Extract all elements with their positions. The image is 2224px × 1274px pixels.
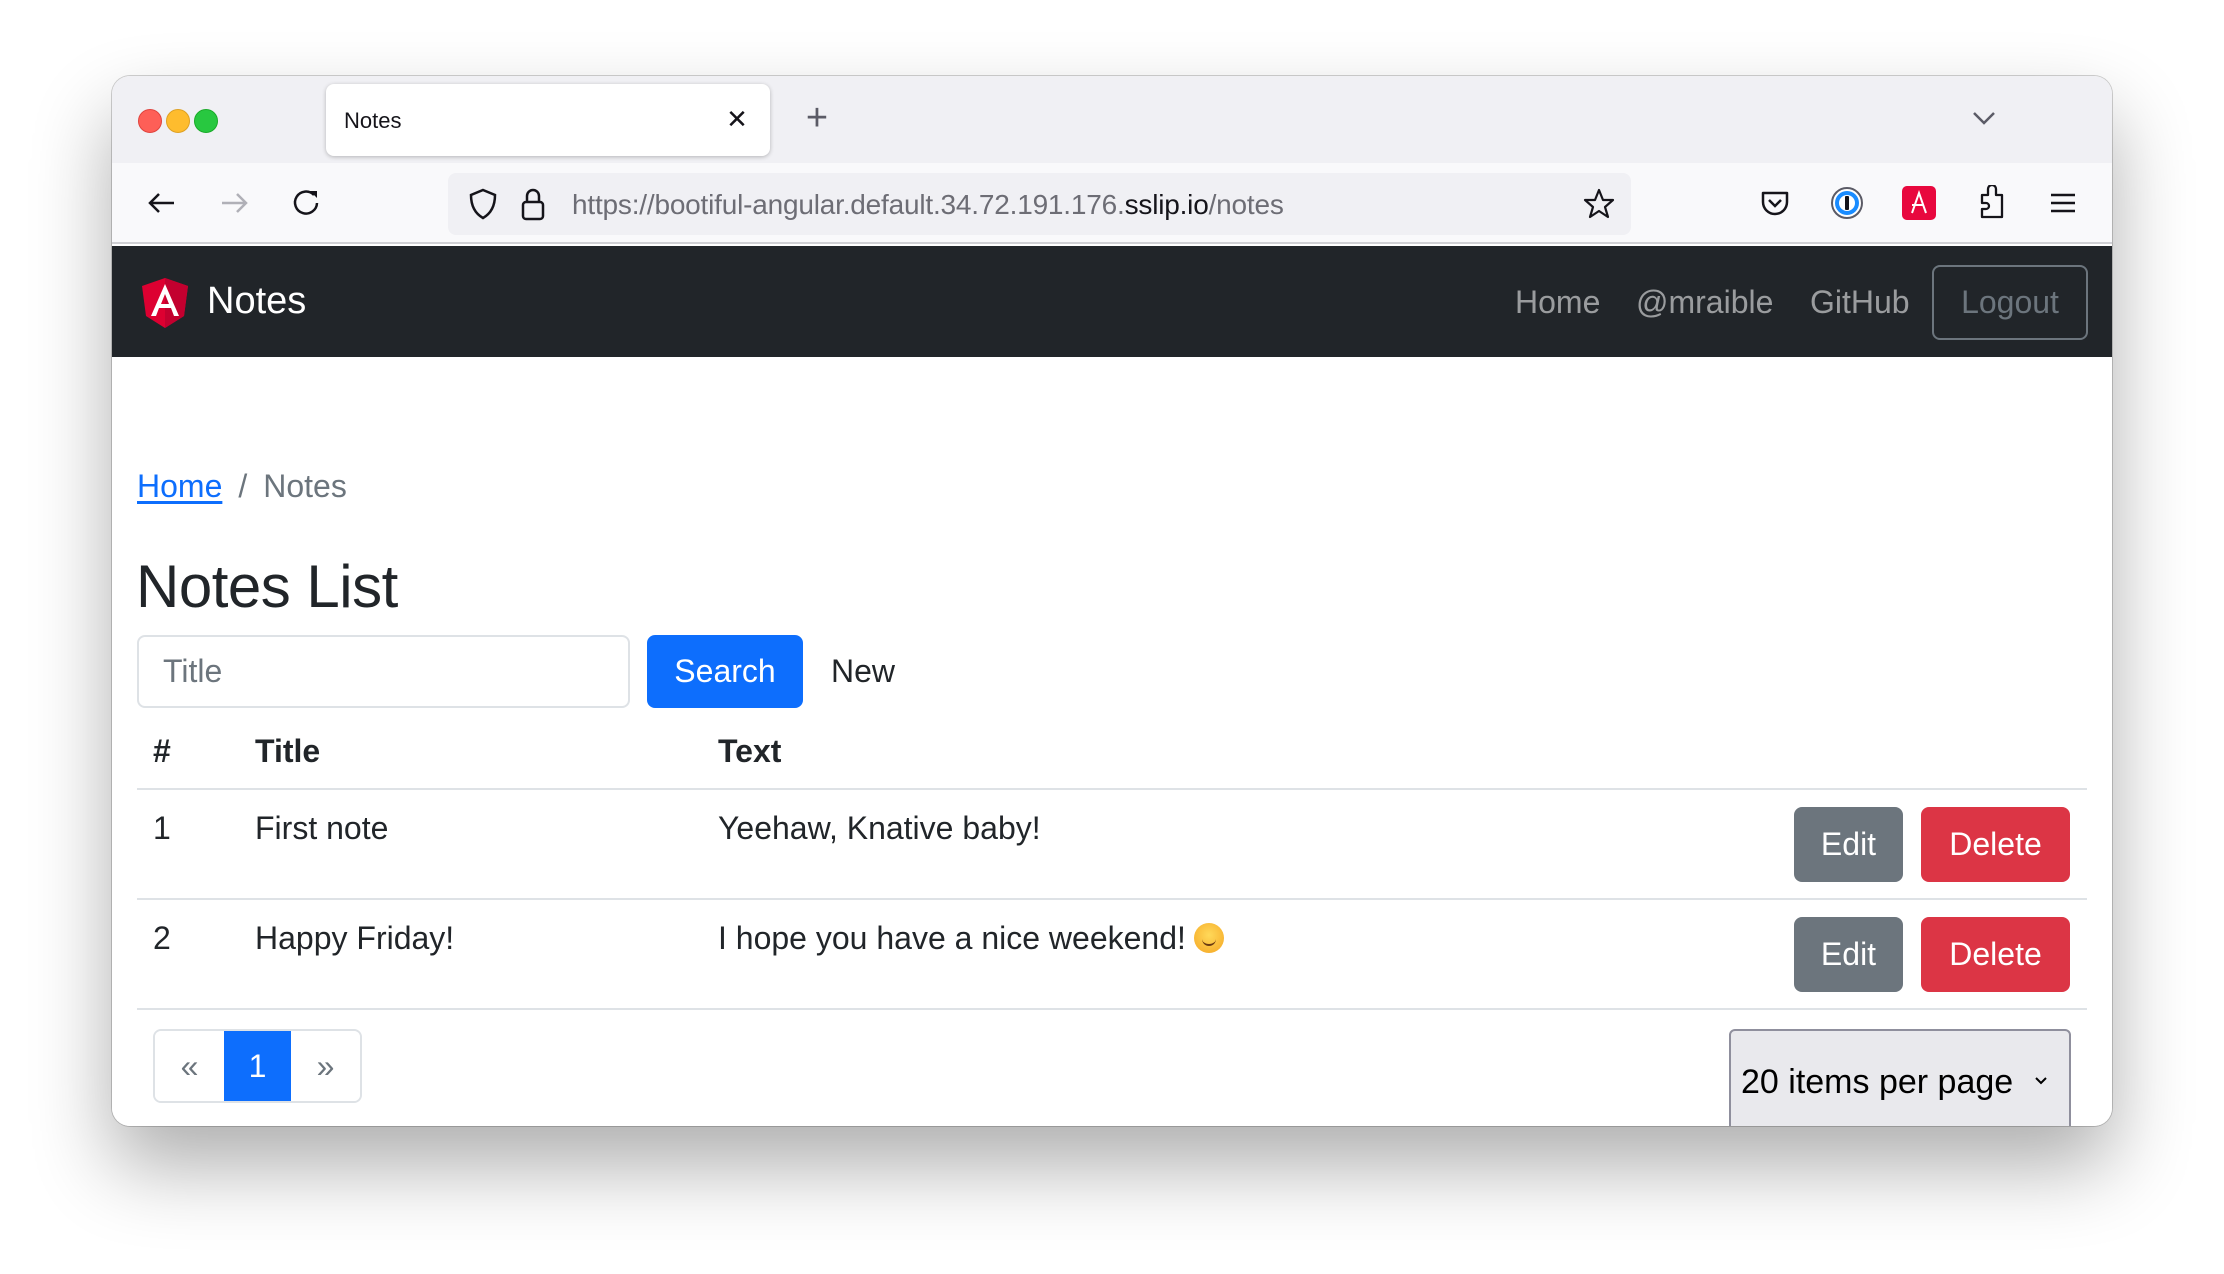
reload-button[interactable] bbox=[286, 183, 326, 223]
previous-page-button[interactable]: « bbox=[155, 1031, 224, 1101]
nav-toolbar: https://bootiful-angular.default.34.72.1… bbox=[112, 163, 2112, 244]
pocket-button[interactable] bbox=[1755, 183, 1795, 223]
url-text[interactable]: https://bootiful-angular.default.34.72.1… bbox=[572, 189, 1284, 221]
title-search-input[interactable] bbox=[137, 635, 630, 708]
chevron-down-icon bbox=[2035, 1077, 2047, 1085]
browser-window: Notes ✕ + https://bootiful-angular.defau… bbox=[112, 76, 2112, 1126]
logout-button[interactable]: Logout bbox=[1932, 265, 2088, 340]
extensions-button[interactable] bbox=[1971, 183, 2011, 223]
navbar: Notes Home @mraible GitHub Logout bbox=[112, 246, 2112, 357]
new-note-link[interactable]: New bbox=[831, 653, 895, 690]
web-page: Notes Home @mraible GitHub Logout Home / N… bbox=[112, 246, 2112, 1126]
1password-icon bbox=[1831, 187, 1863, 219]
nav-link-github[interactable]: GitHub bbox=[1810, 284, 1910, 321]
arrow-left-icon bbox=[148, 193, 174, 213]
page-title: Notes List bbox=[136, 553, 398, 620]
delete-button[interactable]: Delete bbox=[1921, 807, 2070, 882]
minimize-window-button[interactable] bbox=[166, 109, 190, 133]
close-window-button[interactable] bbox=[138, 109, 162, 133]
forward-button[interactable] bbox=[214, 183, 254, 223]
shield-icon bbox=[469, 188, 497, 220]
tab-notes[interactable]: Notes ✕ bbox=[326, 84, 770, 156]
note-text-cell: I hope you have a nice weekend! bbox=[718, 920, 1224, 957]
navbar-brand[interactable]: Notes bbox=[207, 280, 306, 323]
tab-strip: Notes ✕ + bbox=[112, 76, 2112, 163]
arrow-right-icon bbox=[222, 193, 248, 213]
password-manager-extension[interactable] bbox=[1827, 183, 1867, 223]
url-prefix: https://bootiful-angular.default.34.72.1… bbox=[572, 189, 1125, 220]
page-1-button[interactable]: 1 bbox=[224, 1031, 291, 1101]
back-button[interactable] bbox=[142, 183, 182, 223]
url-bar[interactable]: https://bootiful-angular.default.34.72.1… bbox=[448, 173, 1631, 235]
breadcrumb: Home / Notes bbox=[137, 468, 347, 505]
notes-table: # Title Text 1 First note Yeehaw, Knativ… bbox=[137, 713, 2087, 1010]
note-id: 2 bbox=[153, 920, 171, 956]
puzzle-piece-icon bbox=[1980, 185, 2004, 219]
breadcrumb-current: Notes bbox=[263, 468, 347, 504]
tab-title: Notes bbox=[344, 108, 402, 133]
next-page-button[interactable]: » bbox=[291, 1031, 360, 1101]
zoom-window-button[interactable] bbox=[194, 109, 218, 133]
asana-extension[interactable] bbox=[1899, 183, 1939, 223]
table-header: # Title Text bbox=[137, 713, 2087, 790]
lock-icon bbox=[521, 188, 545, 221]
page-size-selected: 20 items per page bbox=[1741, 1062, 2014, 1101]
bookmark-star-icon[interactable] bbox=[1581, 186, 1617, 222]
chevron-down-icon bbox=[1973, 112, 1995, 125]
delete-button[interactable]: Delete bbox=[1921, 917, 2070, 992]
page-size-select[interactable]: 20 items per page bbox=[1729, 1029, 2071, 1126]
new-tab-button[interactable]: + bbox=[795, 96, 839, 140]
list-all-tabs-button[interactable] bbox=[1964, 98, 2004, 138]
breadcrumb-separator: / bbox=[238, 468, 248, 504]
note-title: Happy Friday! bbox=[255, 920, 455, 956]
smiling-face-emoji-icon bbox=[1193, 923, 1224, 953]
column-header-text: Text bbox=[718, 733, 782, 769]
edit-button[interactable]: Edit bbox=[1794, 807, 1903, 882]
table-row: 2 Happy Friday! I hope you have a nice w… bbox=[137, 900, 2087, 1010]
column-header-title: Title bbox=[255, 733, 321, 769]
pocket-icon bbox=[1761, 191, 1789, 216]
app-menu-button[interactable] bbox=[2043, 183, 2083, 223]
url-domain: sslip.io bbox=[1124, 189, 1209, 220]
nav-link-twitter[interactable]: @mraible bbox=[1636, 284, 1773, 321]
table-row: 1 First note Yeehaw, Knative baby! Edit … bbox=[137, 790, 2087, 900]
breadcrumb-home-link[interactable]: Home bbox=[137, 468, 222, 504]
search-button[interactable]: Search bbox=[647, 635, 803, 708]
angular-logo-icon[interactable] bbox=[142, 278, 188, 328]
note-id: 1 bbox=[153, 810, 171, 846]
note-text: I hope you have a nice weekend! bbox=[718, 920, 1186, 956]
note-text: Yeehaw, Knative baby! bbox=[718, 810, 1041, 846]
edit-button[interactable]: Edit bbox=[1794, 917, 1903, 992]
note-title: First note bbox=[255, 810, 389, 846]
red-a-extension-icon bbox=[1902, 186, 1936, 220]
column-header-id: # bbox=[153, 733, 171, 769]
hamburger-menu-icon bbox=[2051, 193, 2075, 213]
nav-link-home[interactable]: Home bbox=[1515, 284, 1600, 321]
close-tab-icon[interactable]: ✕ bbox=[722, 100, 752, 138]
pagination: « 1 » bbox=[153, 1029, 362, 1103]
reload-icon bbox=[293, 190, 319, 215]
url-path: /notes bbox=[1208, 189, 1284, 220]
